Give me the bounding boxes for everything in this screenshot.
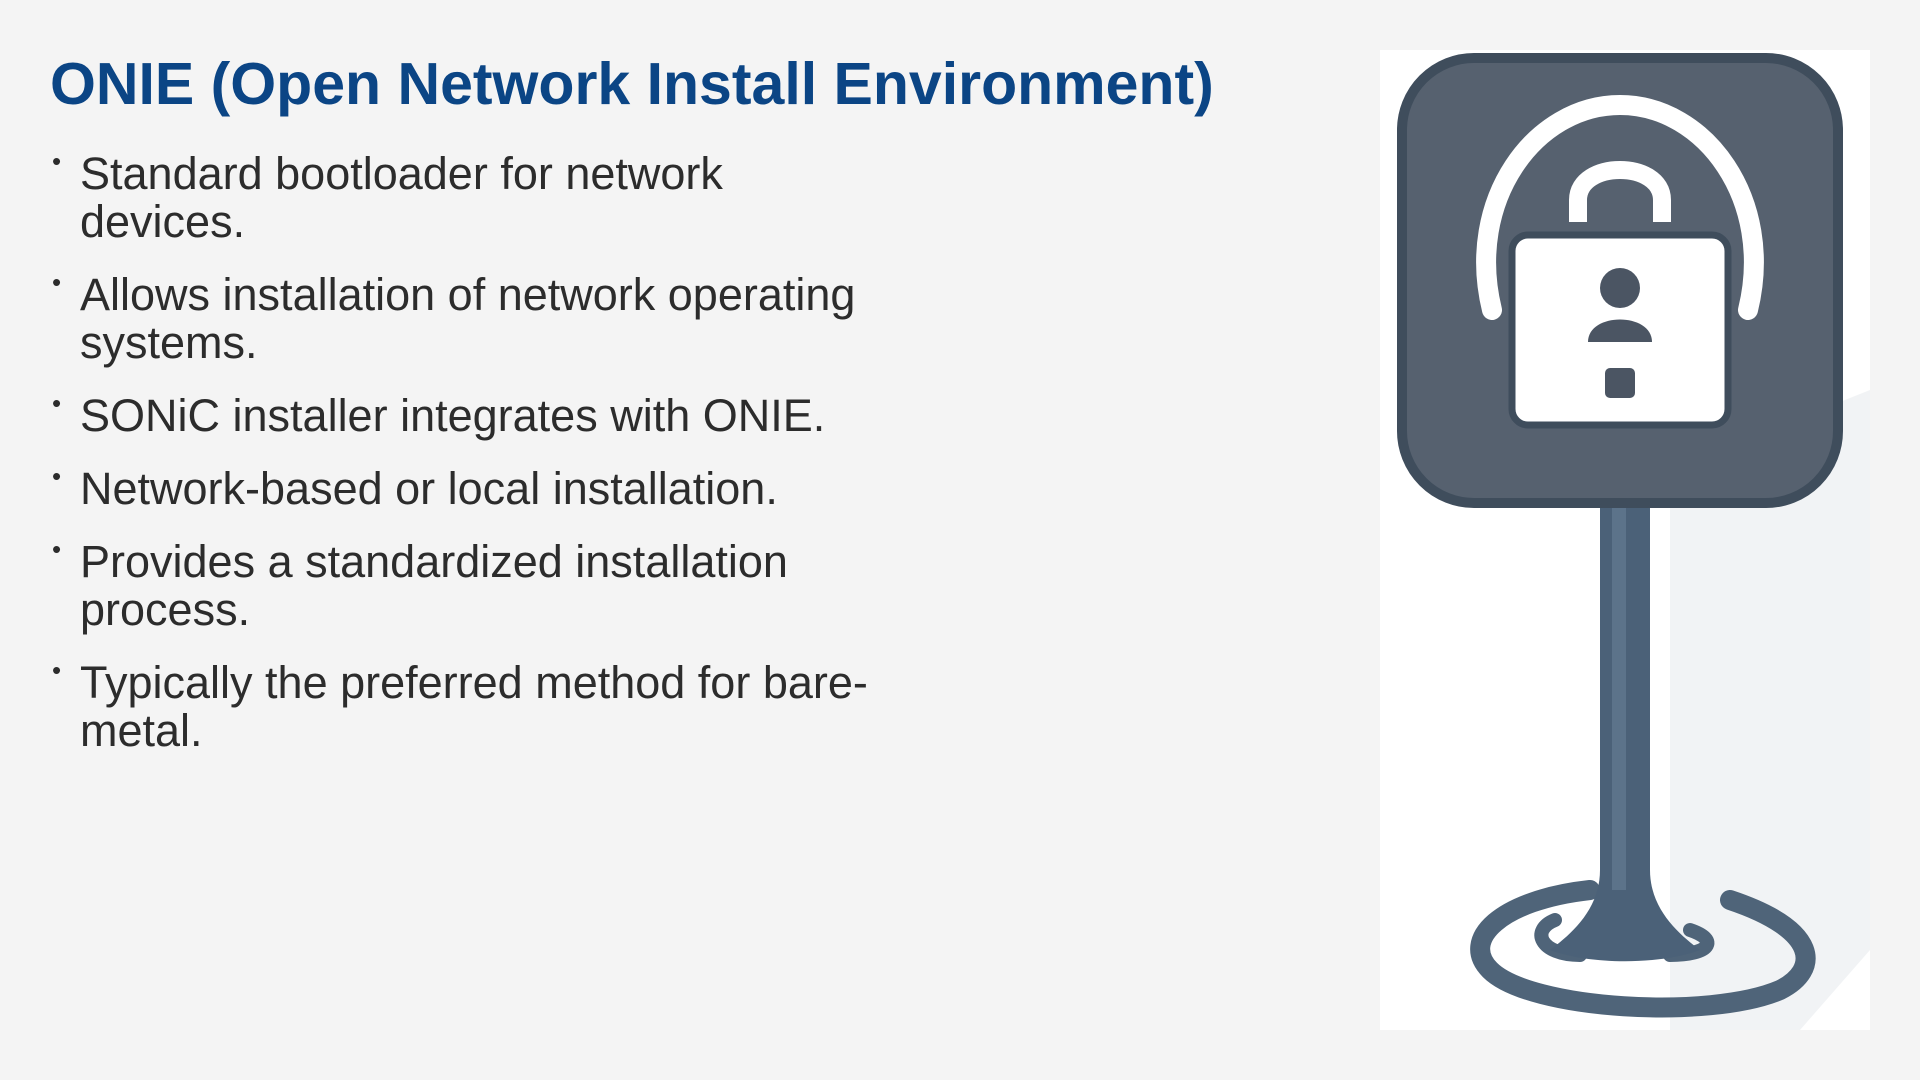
bullet-item: • Provides a standardized installation p… <box>50 534 900 635</box>
bullet-item: • SONiC installer integrates with ONIE. <box>50 388 900 441</box>
bullet-marker: • <box>52 267 62 297</box>
bullet-marker: • <box>52 655 62 685</box>
bullet-list: • Standard bootloader for network device… <box>50 146 900 780</box>
bullet-text: Typically the preferred method for bare-… <box>80 657 868 756</box>
bullet-item: • Allows installation of network operati… <box>50 267 900 368</box>
bullet-item: • Typically the preferred method for bar… <box>50 655 900 756</box>
bullet-text: Provides a standardized installation pro… <box>80 536 788 635</box>
illustration-panel <box>1380 50 1870 1030</box>
bullet-item: • Network-based or local installation. <box>50 461 900 514</box>
post-highlight <box>1612 470 1626 890</box>
bullet-marker: • <box>52 534 62 564</box>
bullet-text: Standard bootloader for network devices. <box>80 148 723 247</box>
bullet-text: Network-based or local installation. <box>80 463 778 514</box>
bullet-marker: • <box>52 461 62 491</box>
padlock-sign-icon <box>1397 53 1870 1030</box>
bullet-marker: • <box>52 146 62 176</box>
bullet-marker: • <box>52 388 62 418</box>
slide-title: ONIE (Open Network Install Environment) <box>50 51 1214 117</box>
bullet-text: Allows installation of network operating… <box>80 269 856 368</box>
slide: ONIE (Open Network Install Environment) … <box>0 0 1920 1080</box>
bullet-text: SONiC installer integrates with ONIE. <box>80 390 826 441</box>
bullet-item: • Standard bootloader for network device… <box>50 146 900 247</box>
